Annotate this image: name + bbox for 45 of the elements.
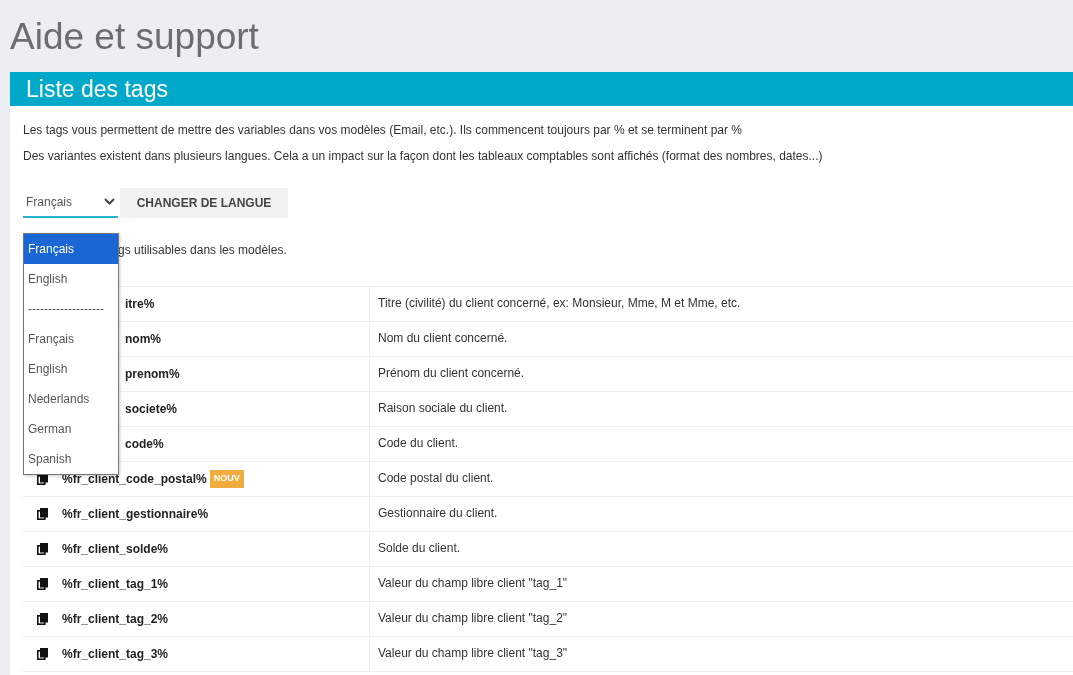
dropdown-option[interactable]: Français bbox=[24, 324, 118, 354]
tag-name: %fr_client_tag_1% bbox=[62, 576, 169, 593]
tag-name: itre% bbox=[125, 296, 155, 313]
tag-description: Valeur du champ libre client "tag_3" bbox=[378, 646, 568, 660]
intro-text: Des variantes existent dans plusieurs langues. Cela a un impact sur la façon dont les tableaux comptables sont affichés (format des nombres, dates...) bbox=[23, 148, 824, 164]
dropdown-option[interactable]: ------------------- bbox=[24, 294, 118, 324]
tag-name: %fr_client_solde% bbox=[62, 541, 169, 558]
tag-description: Code postal du client. bbox=[378, 471, 494, 485]
dropdown-option[interactable]: Français bbox=[24, 234, 118, 264]
panel-title: Liste des tags bbox=[10, 72, 1073, 106]
tag-name: %fr_client_tag_3% bbox=[62, 646, 169, 663]
copy-icon[interactable] bbox=[37, 613, 48, 625]
tag-name: societe% bbox=[125, 401, 178, 418]
tag-description: Nom du client concerné. bbox=[378, 331, 508, 345]
language-select[interactable]: Français bbox=[23, 187, 118, 218]
tag-description: Valeur du champ libre client "tag_1" bbox=[378, 576, 568, 590]
tag-name: prenom% bbox=[125, 366, 180, 383]
tag-description: Solde du client. bbox=[378, 541, 461, 555]
copy-icon[interactable] bbox=[37, 578, 48, 590]
tag-name: %fr_client_code_postal% bbox=[62, 471, 207, 488]
tag-description: Valeur du champ libre client "tag_2" bbox=[378, 611, 568, 625]
intro-text: Les tags vous permettent de mettre des variables dans vos modèles (Email, etc.). Ils commencent toujours par % et se terminent par % bbox=[23, 122, 743, 138]
tag-description: Gestionnaire du client. bbox=[378, 506, 498, 520]
dropdown-option[interactable]: English bbox=[24, 354, 118, 384]
page-title: Aide et support bbox=[10, 15, 260, 59]
tag-description: Prénom du client concerné. bbox=[378, 366, 525, 380]
tag-name: %fr_client_gestionnaire% bbox=[62, 506, 209, 523]
dropdown-option[interactable]: Nederlands bbox=[24, 384, 118, 414]
dropdown-option[interactable]: English bbox=[24, 264, 118, 294]
new-badge: NOUV bbox=[209, 470, 244, 488]
tag-description: Code du client. bbox=[378, 436, 459, 450]
select-value: Français bbox=[26, 193, 72, 211]
tag-name: code% bbox=[125, 436, 164, 453]
copy-icon[interactable] bbox=[37, 508, 48, 520]
copy-icon[interactable] bbox=[37, 543, 48, 555]
tag-name: %fr_client_tag_2% bbox=[62, 611, 169, 628]
copy-icon[interactable] bbox=[37, 648, 48, 660]
change-language-button[interactable]: CHANGER DE LANGUE bbox=[120, 188, 288, 218]
tag-name: nom% bbox=[125, 331, 161, 348]
list-intro: gs utilisables dans les modèles. bbox=[118, 243, 287, 257]
dropdown-option[interactable]: Spanish bbox=[24, 444, 118, 474]
chevron-down-icon bbox=[104, 198, 115, 205]
tag-description: Titre (civilité) du client concerné, ex: Monsieur, Mme, M et Mme, etc. bbox=[378, 296, 741, 310]
dropdown-option[interactable]: German bbox=[24, 414, 118, 444]
tag-description: Raison sociale du client. bbox=[378, 401, 508, 415]
